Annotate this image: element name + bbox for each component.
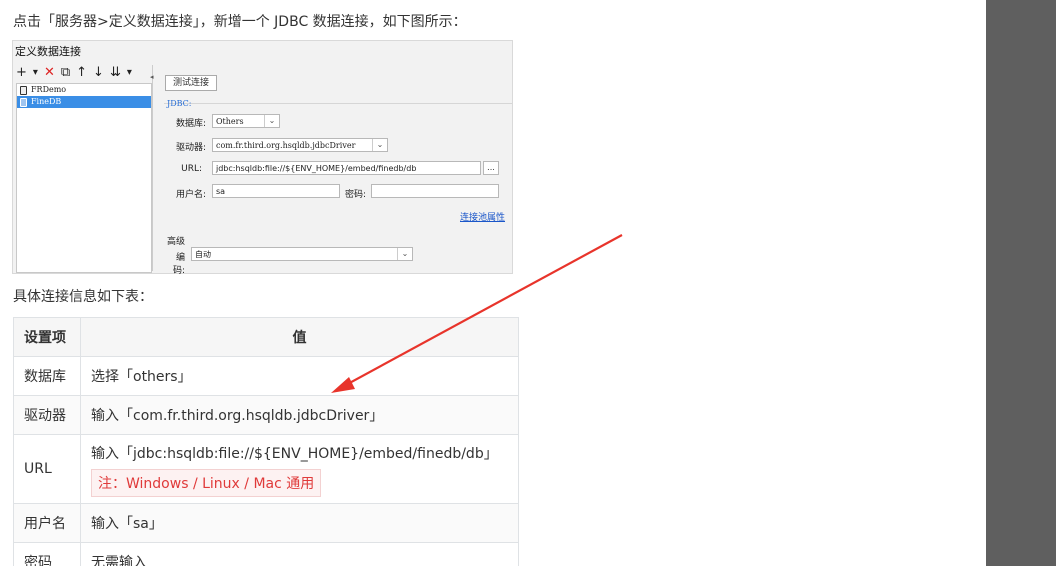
row-value: 输入「sa」 [80,503,519,543]
table-row: 密码 无需输入 [13,542,519,566]
row-value: 输入「jdbc:hsqldb:file://${ENV_HOME}/embed/… [80,434,519,504]
sort-dropdown-icon[interactable]: ▾ [127,66,132,80]
row-key: 密码 [13,542,81,566]
connection-info-table: 设置项 值 数据库 选择「others」 驱动器 输入「com.fr.third… [13,317,519,566]
header-setting: 设置项 [13,317,81,357]
table-row: 驱动器 输入「com.fr.third.org.hsqldb.jdbcDrive… [13,395,519,435]
copy-icon[interactable]: ⧉ [61,66,70,80]
url-input[interactable]: jdbc:hsqldb:file://${ENV_HOME}/embed/fin… [212,161,481,175]
dialog-title: 定义数据连接 [15,45,81,58]
database-select-value: Others [216,117,244,126]
database-icon [20,97,27,107]
header-value: 值 [80,317,519,357]
move-up-icon[interactable]: ↑ [76,66,87,80]
collapse-arrow-icon[interactable]: ◂ [150,73,154,81]
encoding-select[interactable]: 自动 ⌄ [191,247,413,261]
chevron-down-icon: ⌄ [397,248,412,260]
intro-text: 点击「服务器>定义数据连接」，新增一个 JDBC 数据连接，如下图所示： [13,14,467,30]
delete-icon[interactable]: ✕ [44,66,55,80]
encoding-label: 编码: [172,253,185,276]
connection-item-frdemo[interactable]: FRDemo [17,84,151,96]
password-input[interactable] [371,184,499,198]
chevron-down-icon: ⌄ [372,139,387,151]
password-label: 密码: [344,190,366,200]
doc-content: 点击「服务器>定义数据连接」，新增一个 JDBC 数据连接，如下图所示： 定义数… [0,0,986,566]
connection-name: FRDemo [31,85,67,94]
define-data-connection-dialog-screenshot: 定义数据连接 + ▾ ✕ ⧉ ↑ ↓ ⇊ ▾ FRDemo FineDB ◂ 测… [12,40,513,276]
dialog-toolbar: + ▾ ✕ ⧉ ↑ ↓ ⇊ ▾ [16,65,132,81]
username-label: 用户名: [175,190,206,200]
connection-form: 测试连接 JDBC: 数据库: Others ⌄ 驱动器: com.fr.thi… [164,63,512,276]
table-row: 数据库 选择「others」 [13,356,519,396]
driver-label: 驱动器: [175,143,206,153]
driver-select-value: com.fr.third.org.hsqldb.jdbcDriver [216,141,356,150]
table-row: 用户名 输入「sa」 [13,503,519,543]
add-dropdown-icon[interactable]: ▾ [33,66,38,80]
url-value-text: 输入「jdbc:hsqldb:file://${ENV_HOME}/embed/… [91,446,498,462]
jdbc-group-legend: JDBC: [167,99,192,108]
connection-list: FRDemo FineDB [16,83,152,273]
platform-note: 注：Windows / Linux / Mac 通用 [91,469,322,497]
panel-splitter[interactable] [152,65,158,271]
row-value: 选择「others」 [80,356,519,396]
right-gray-panel [986,0,1056,566]
table-header-row: 设置项 值 [13,317,519,357]
chevron-down-icon: ⌄ [264,115,279,127]
database-icon [20,85,27,95]
row-key: 用户名 [13,503,81,543]
row-value: 无需输入 [80,542,519,566]
move-down-icon[interactable]: ↓ [93,66,104,80]
row-key: URL [13,434,81,504]
test-connection-button[interactable]: 测试连接 [165,75,217,91]
username-input[interactable]: sa [212,184,340,198]
connection-pool-link[interactable]: 连接池属性 [460,210,505,223]
database-select[interactable]: Others ⌄ [212,114,280,128]
add-icon[interactable]: + [16,66,27,80]
sort-icon[interactable]: ⇊ [110,66,121,80]
encoding-select-value: 自动 [195,250,211,259]
row-key: 数据库 [13,356,81,396]
table-intro-text: 具体连接信息如下表： [13,289,153,305]
url-label: URL: [181,164,202,174]
connection-name: FineDB [31,97,62,106]
row-key: 驱动器 [13,395,81,435]
table-row: URL 输入「jdbc:hsqldb:file://${ENV_HOME}/em… [13,434,519,504]
connection-item-finedb[interactable]: FineDB [17,96,151,108]
row-value: 输入「com.fr.third.org.hsqldb.jdbcDriver」 [80,395,519,435]
advanced-section-title: 高级 [167,237,186,247]
database-label: 数据库: [175,119,206,129]
driver-select[interactable]: com.fr.third.org.hsqldb.jdbcDriver ⌄ [212,138,388,152]
url-browse-button[interactable]: ... [483,161,499,175]
